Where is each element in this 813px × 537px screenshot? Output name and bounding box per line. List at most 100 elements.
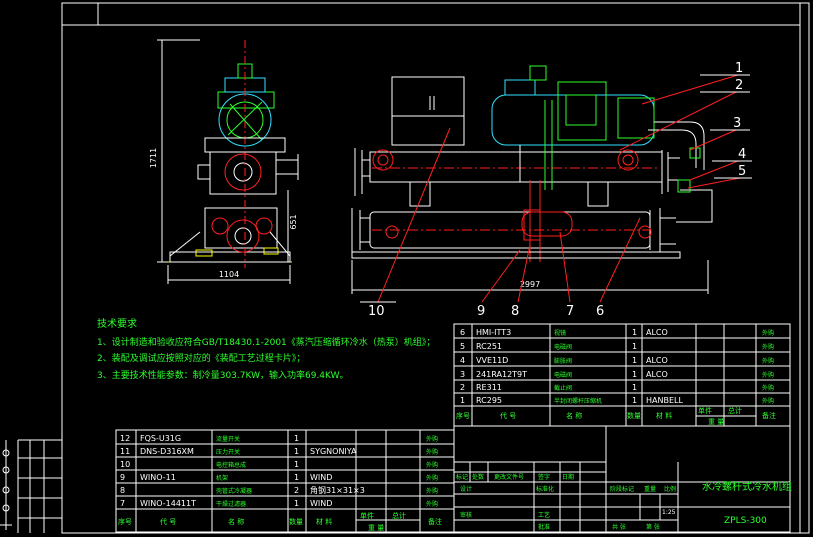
bom-upper-row-name: 电磁阀	[554, 371, 572, 379]
dim-width-overall: 2997	[520, 280, 540, 289]
bom-lower-row-qty: 1	[294, 460, 299, 469]
bom-upper-row-no: 5	[460, 342, 465, 351]
bom-lower-row-mat: 角钢31×31×3	[310, 485, 365, 495]
dim-height-mid: 651	[289, 214, 298, 229]
bom-upper-row-no: 1	[460, 396, 465, 405]
bom-upper-h-qty: 数量	[627, 411, 641, 420]
bom-lower-row-name: 机架	[216, 474, 228, 482]
bom-lower-row-note: 外购	[426, 487, 438, 495]
bom-lower-row-code: DNS-D316XM	[140, 447, 194, 456]
bom-upper-h-note: 备注	[762, 411, 776, 420]
bom-upper-h-mat: 材 料	[656, 411, 672, 420]
bom-upper-row-qty: 1	[632, 396, 637, 405]
bom-upper-row-qty: 1	[632, 356, 637, 365]
tech-notes-title: 技术要求	[97, 317, 137, 330]
bom-upper-row-code: 241RA12T9T	[476, 370, 527, 379]
bom-upper-row-note: 外购	[762, 357, 774, 365]
bom-lower-row-no: 8	[120, 486, 125, 495]
bom-lower-row-note: 外购	[426, 500, 438, 508]
dim-height-overall: 1711	[149, 148, 158, 168]
tb-label-weight: 重量	[644, 485, 656, 493]
bom-lower-h-total: 总计	[392, 511, 406, 520]
side-view	[168, 40, 299, 268]
bom-upper-h-weight: 重 量	[708, 418, 724, 426]
bom-lower-row-no: 7	[120, 499, 125, 508]
tb-label-scale: 比例	[664, 485, 676, 493]
bom-lower-h-no: 序号	[118, 517, 132, 526]
bom-upper-row-name: 电磁阀	[554, 343, 572, 351]
bom-lower-h-qty: 数量	[289, 517, 303, 526]
tb-label-sheet-no: 第 张	[646, 523, 660, 531]
bom-lower-row-mat: SYGNONIYA	[310, 447, 357, 456]
bom-lower-row-code: WINO-14411T	[140, 499, 196, 508]
bom-lower-header: 序号 代 号 名 称 数量 材 料 单件 总计 重 量 备注	[118, 511, 442, 532]
callout-5: 5	[738, 164, 746, 179]
bom-upper-row-mat: ALCO	[646, 370, 668, 379]
bom-lower-row-no: 12	[120, 434, 130, 443]
tech-note-3: 3、主要技术性能参数：制冷量303.7KW，输入功率69.4KW。	[97, 369, 349, 381]
bom-lower-row-qty: 1	[294, 473, 299, 482]
callout-6: 6	[596, 304, 604, 319]
callout-1: 1	[735, 61, 743, 76]
bom-upper-h-code: 代 号	[500, 411, 516, 420]
bom-lower-h-code: 代 号	[160, 517, 176, 526]
bom-upper-row-no: 4	[460, 356, 465, 365]
tech-note-1: 1、设计制造和验收应符合GB/T18430.1-2001《蒸汽压缩循环冷水（热泵…	[97, 336, 435, 348]
bom-lower-row-name: 压力开关	[216, 448, 240, 456]
bom-upper-row-qty: 1	[632, 383, 637, 392]
bom-lower-row-name: 壳管式冷凝器	[216, 487, 252, 495]
bom-lower-row-code: FQS-U31G	[140, 434, 181, 443]
technical-notes: 技术要求 1、设计制造和验收应符合GB/T18430.1-2001《蒸汽压缩循环…	[97, 317, 435, 381]
callout-4: 4	[738, 147, 746, 162]
callout-2: 2	[735, 78, 743, 93]
bom-lower-row-qty: 2	[294, 486, 299, 495]
ucs-icon	[0, 440, 12, 530]
bom-upper-row-name: 截止阀	[554, 384, 572, 392]
tb-label-change-doc: 更改文件号	[494, 473, 524, 481]
bom-upper-row-mat: ALCO	[646, 356, 668, 365]
bom-lower-row-note: 外购	[426, 448, 438, 456]
drawing-frame	[17, 2, 810, 534]
tb-scale-value: 1:25	[662, 509, 676, 516]
tb-label-review: 审核	[460, 511, 472, 519]
bom-lower-h-name: 名 称	[228, 517, 244, 526]
tb-label-mark: 标记	[456, 473, 468, 481]
bom-upper-h-name: 名 称	[566, 411, 582, 420]
bom-lower-row-no: 10	[120, 460, 130, 469]
bom-lower-row-mat: WIND	[310, 499, 332, 508]
bom-upper-row-mat: ALCO	[646, 328, 668, 337]
bom-lower-row-code: WINO-11	[140, 473, 176, 482]
bom-lower-h-note: 备注	[428, 517, 442, 526]
callout-10: 10	[368, 304, 385, 319]
bom-lower-row-qty: 1	[294, 499, 299, 508]
callout-7: 7	[566, 304, 574, 319]
tech-note-2: 2、装配及调试应按照对应的《装配工艺过程卡片》；	[97, 352, 305, 364]
bom-upper-row-qty: 1	[632, 342, 637, 351]
dim-width-side: 1104	[219, 270, 239, 279]
bom-upper-row-note: 外购	[762, 329, 774, 337]
bom-lower-row-qty: 1	[294, 447, 299, 456]
front-view	[351, 65, 713, 262]
bom-upper-row-no: 3	[460, 370, 465, 379]
bom-upper-row-name: 半封闭螺杆压缩机	[554, 397, 602, 405]
bom-upper-row-code: HMI-ITT3	[476, 328, 511, 337]
bom-lower-row-no: 9	[120, 473, 125, 482]
bom-upper-row-code: RC295	[476, 396, 502, 405]
cad-drawing-canvas[interactable]: 1711 651 1104 2997 1 2 3 4 5 6 7 8 9 10 …	[0, 0, 813, 537]
bom-upper-row-qty: 1	[632, 370, 637, 379]
bom-upper-row-no: 6	[460, 328, 465, 337]
tb-label-date: 日期	[562, 473, 574, 481]
bom-upper-row-no: 2	[460, 383, 465, 392]
bom-upper-row-note: 外购	[762, 343, 774, 351]
tb-product-name: 水冷螺杆式冷水机组	[702, 480, 792, 493]
bom-upper-row-note: 外购	[762, 397, 774, 405]
bom-upper-h-no: 序号	[456, 411, 470, 420]
bom-upper-row-note: 外购	[762, 371, 774, 379]
bom-upper-row-name: 视镜	[554, 329, 566, 337]
bom-lower-h-mat: 材 料	[316, 517, 332, 526]
callout-3: 3	[733, 116, 741, 131]
callout-9: 9	[477, 304, 485, 319]
bom-lower-row-name: 电控箱总成	[216, 461, 246, 469]
bom-lower-row-note: 外购	[426, 474, 438, 482]
tb-label-total-sheets: 共 张	[612, 523, 626, 531]
